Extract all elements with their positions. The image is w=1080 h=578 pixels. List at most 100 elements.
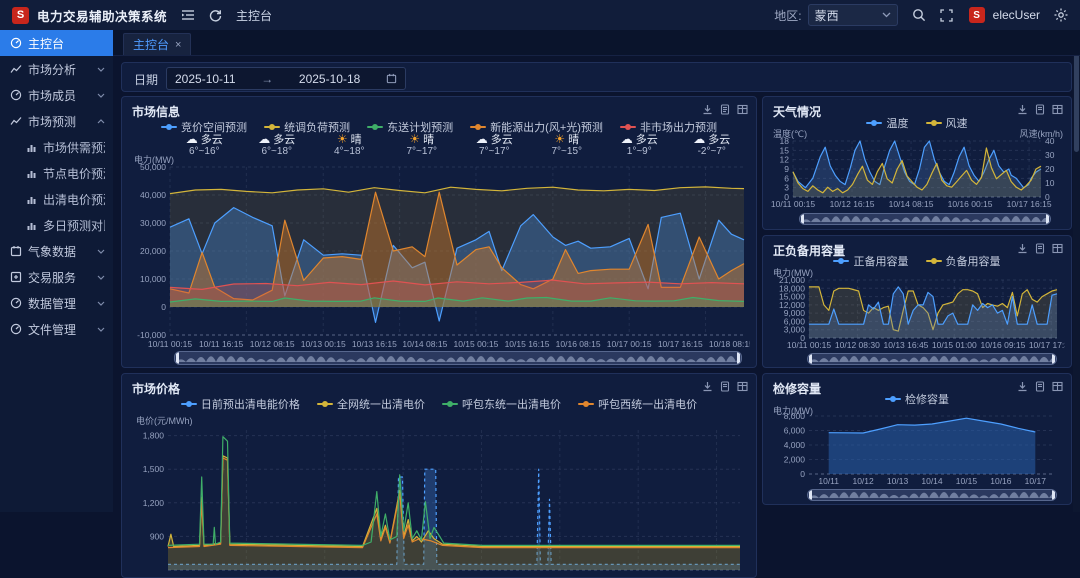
region-label: 地区: <box>774 7 801 24</box>
date-end: 2025-10-18 <box>299 72 360 86</box>
sunny-icon <box>554 133 565 146</box>
svg-text:40,000: 40,000 <box>140 190 166 200</box>
panel-title: 市场信息 <box>132 103 180 120</box>
fullscreen-icon[interactable] <box>940 9 953 22</box>
sunny-icon <box>337 133 348 146</box>
weather-day: 多云6°~16° <box>168 133 241 161</box>
gear-icon[interactable] <box>1054 8 1068 22</box>
region-select[interactable]: 蒙西 <box>808 4 898 26</box>
legend-marker <box>866 119 882 127</box>
svg-text:10/16: 10/16 <box>990 476 1012 486</box>
download-icon[interactable] <box>1017 104 1028 115</box>
svg-text:3: 3 <box>784 183 789 193</box>
table-icon[interactable] <box>737 381 748 392</box>
line-chart-icon <box>10 63 22 75</box>
tab-close-icon[interactable]: × <box>175 39 181 51</box>
legend-marker <box>885 395 901 403</box>
svg-text:10/17 00:15: 10/17 00:15 <box>607 339 652 349</box>
legend-item[interactable]: 负备用容量 <box>926 253 1001 269</box>
document-icon[interactable] <box>720 104 730 115</box>
data-zoom-slider[interactable] <box>807 489 1057 501</box>
data-zoom-slider[interactable] <box>174 351 742 365</box>
sidebar-item-multiday-forecast-compare[interactable]: 多日预测对比 <box>0 212 113 238</box>
search-icon[interactable] <box>912 8 926 22</box>
table-icon[interactable] <box>1052 104 1063 115</box>
sidebar-item-weather-data[interactable]: 气象数据 <box>0 238 113 264</box>
app-logo-icon: S <box>12 7 29 24</box>
svg-text:30,000: 30,000 <box>140 218 166 228</box>
document-icon[interactable] <box>1035 104 1045 115</box>
chevron-up-icon <box>97 119 105 124</box>
svg-text:10/11 00:15: 10/11 00:15 <box>148 339 193 349</box>
sidebar-item-clearing-price-forecast[interactable]: 出清电价预测 <box>0 186 113 212</box>
date-range-input[interactable]: 2025-10-11 → 2025-10-18 <box>166 67 406 90</box>
cloudy-icon <box>476 133 488 146</box>
download-icon[interactable] <box>702 381 713 392</box>
sidebar-item-market-analysis[interactable]: 市场分析 <box>0 56 113 82</box>
weather-chart: 036912151801020304010/11 00:1510/12 16:1… <box>769 137 1065 209</box>
legend-marker <box>317 400 333 408</box>
sidebar-item-data-management[interactable]: 数据管理 <box>0 290 113 316</box>
svg-text:4,000: 4,000 <box>784 440 806 450</box>
chevron-down-icon <box>97 67 105 72</box>
svg-text:15: 15 <box>780 145 790 155</box>
line-chart-icon <box>10 115 22 127</box>
sidebar-item-supply-demand-forecast[interactable]: 市场供需预测 <box>0 134 113 160</box>
gauge-icon <box>10 89 22 101</box>
svg-text:12: 12 <box>780 155 790 165</box>
svg-text:1,800: 1,800 <box>143 431 165 441</box>
tab-console[interactable]: 主控台 × <box>123 33 191 55</box>
legend-marker <box>161 123 177 131</box>
sidebar-item-file-management[interactable]: 文件管理 <box>0 316 113 342</box>
legend-item[interactable]: 正备用容量 <box>833 253 908 269</box>
svg-text:30: 30 <box>1045 150 1055 160</box>
svg-text:50,000: 50,000 <box>140 162 166 172</box>
legend-marker <box>578 400 594 408</box>
weather-strip: 多云6°~16° 多云6°~18° 晴4°~18° 晴7°~17° 多云7°~1… <box>168 133 748 161</box>
panel-actions <box>1017 104 1063 115</box>
data-zoom-slider[interactable] <box>807 353 1057 365</box>
weather-day: 多云1°~9° <box>603 133 676 161</box>
panel-actions <box>702 104 748 115</box>
sunny-icon <box>409 133 420 146</box>
svg-text:20,000: 20,000 <box>140 246 166 256</box>
refresh-icon[interactable] <box>209 9 222 22</box>
sidebar-item-console[interactable]: 主控台 <box>0 30 113 56</box>
sidebar-item-node-price-forecast[interactable]: 节点电价预测 <box>0 160 113 186</box>
svg-text:10/15 16:15: 10/15 16:15 <box>505 339 550 349</box>
legend-item[interactable]: 呼包西统一出清电价 <box>578 396 697 412</box>
app-title: 电力交易辅助决策系统 <box>37 6 167 25</box>
legend-item[interactable]: 风速 <box>926 115 968 131</box>
calendar-icon <box>386 73 397 84</box>
legend-item[interactable]: 呼包东统一出清电价 <box>442 396 561 412</box>
svg-text:10/12 16:15: 10/12 16:15 <box>830 199 875 209</box>
sidebar-item-trade-services[interactable]: 交易服务 <box>0 264 113 290</box>
username[interactable]: elecUser <box>993 8 1040 22</box>
sidebar-item-market-forecast[interactable]: 市场预测 <box>0 108 113 134</box>
panel-reserve-capacity: 正负备用容量 正备用容量 负备用容量 电力(MW) 03,0006,0009,0… <box>762 235 1072 368</box>
legend-item[interactable]: 温度 <box>866 115 908 131</box>
panel-actions <box>702 381 748 392</box>
table-icon[interactable] <box>737 104 748 115</box>
legend-item[interactable]: 检修容量 <box>885 391 949 407</box>
panel-weather: 天气情况 温度 风速 温度(℃) 风速(km/h) 03691215180102… <box>762 96 1072 230</box>
weather-day: 晴4°~18° <box>313 133 386 161</box>
data-zoom-slider[interactable] <box>799 213 1051 225</box>
app-header: S 电力交易辅助决策系统 主控台 地区: 蒙西 S elecUser <box>0 0 1080 30</box>
chevron-down-icon <box>97 275 105 280</box>
svg-text:10/18 08:15: 10/18 08:15 <box>709 339 750 349</box>
legend-item[interactable]: 全网统一出清电价 <box>317 396 425 412</box>
legend-marker <box>833 257 849 265</box>
gauge-icon <box>10 37 22 49</box>
collapse-menu-icon[interactable] <box>181 9 195 21</box>
breadcrumb: 主控台 <box>236 7 272 24</box>
sidebar-item-market-members[interactable]: 市场成员 <box>0 82 113 108</box>
date-arrow: → <box>261 72 273 86</box>
legend-marker <box>264 123 280 131</box>
download-icon[interactable] <box>702 104 713 115</box>
scrollbar[interactable] <box>1073 30 1080 512</box>
legend-item[interactable]: 日前预出清电能价格 <box>181 396 300 412</box>
svg-text:2,000: 2,000 <box>784 455 806 465</box>
document-icon[interactable] <box>720 381 730 392</box>
calendar-icon <box>10 245 22 257</box>
